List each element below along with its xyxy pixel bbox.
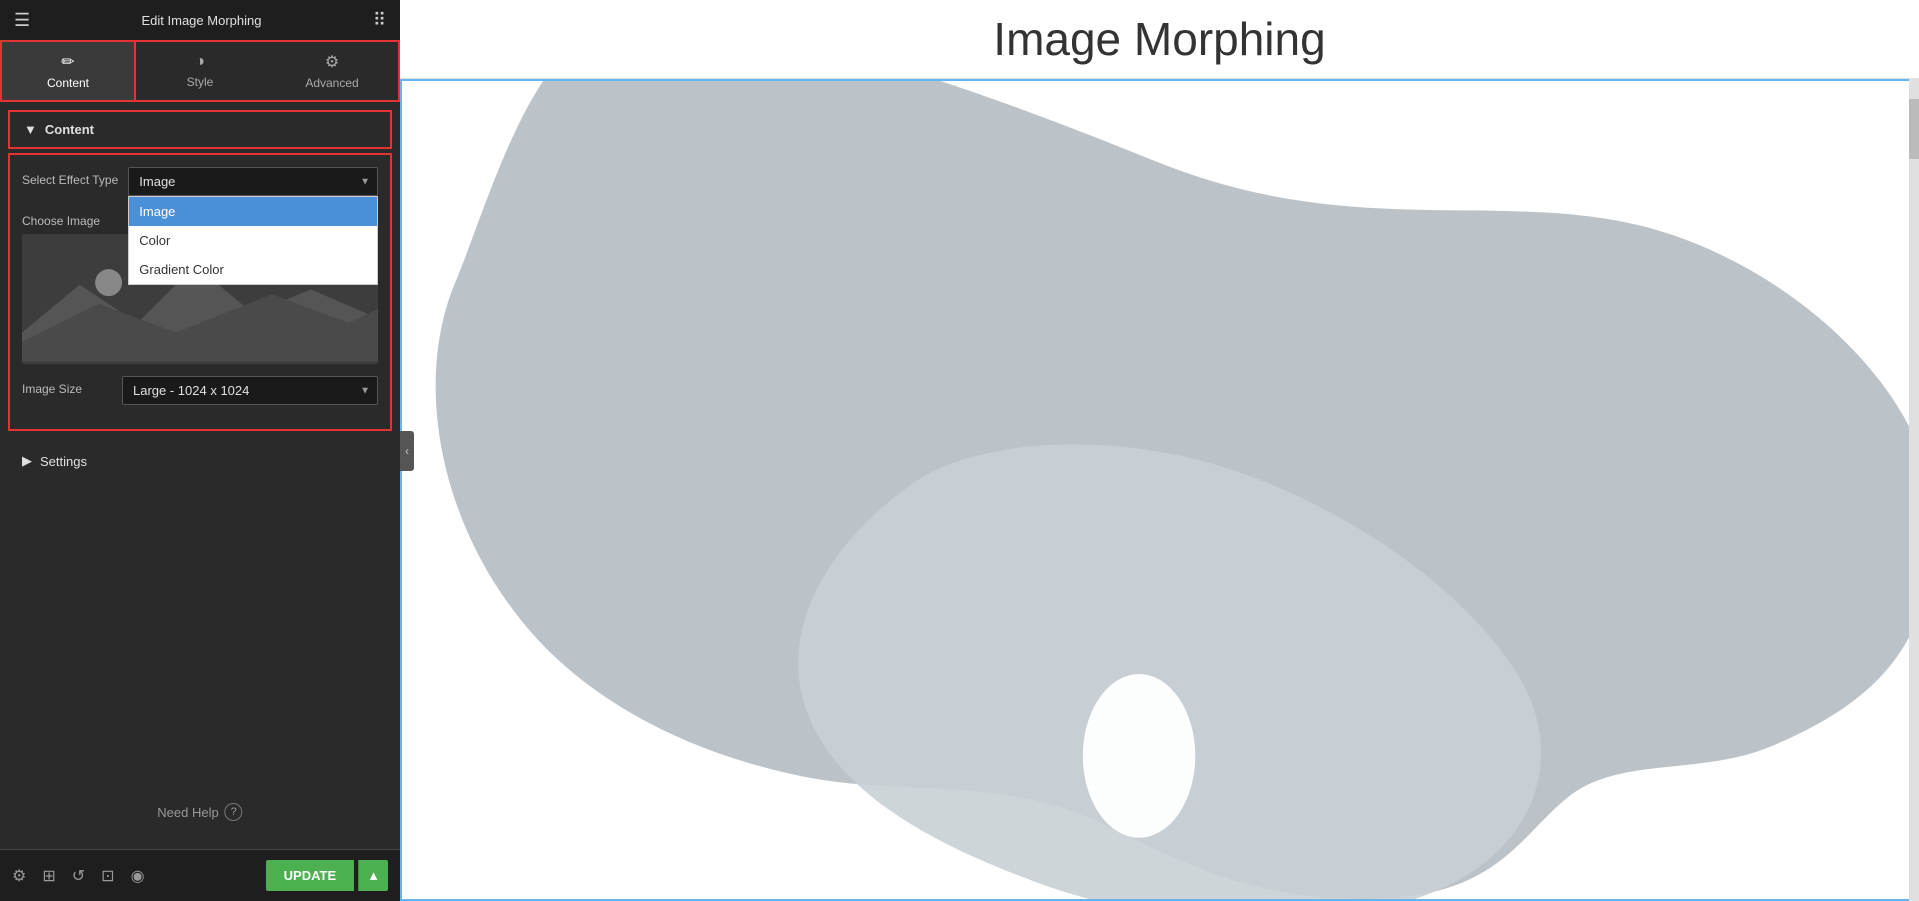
dropdown-item-image[interactable]: Image	[129, 197, 377, 226]
tabs-row: ✏ Content ◑ Style ⚙ Advanced	[0, 40, 400, 102]
content-section-header[interactable]: ▼ Content	[8, 110, 392, 149]
right-area: Image Morphing	[400, 0, 1919, 901]
dropdown-item-gradient[interactable]: Gradient Color	[129, 255, 377, 284]
settings-section-label: Settings	[40, 454, 87, 469]
bottom-toolbar: ⚙ ⊞ ↺ ⊡ ◉ UPDATE ▲	[0, 849, 400, 901]
right-scrollbar[interactable]	[1909, 79, 1919, 901]
panel-header: ☰ Edit Image Morphing ⠿	[0, 0, 400, 40]
help-icon: ?	[225, 803, 243, 821]
history-toolbar-icon[interactable]: ↺	[72, 866, 85, 886]
gear-icon: ⚙	[325, 52, 339, 72]
effect-type-label: Select Effect Type	[22, 167, 118, 187]
layers-toolbar-icon[interactable]: ⊞	[42, 866, 55, 886]
image-size-label: Image Size	[22, 376, 112, 396]
left-panel: ☰ Edit Image Morphing ⠿ ✏ Content ◑ Styl…	[0, 0, 400, 901]
tab-content-label: Content	[47, 76, 89, 90]
choose-image-label: Choose Image	[22, 208, 112, 228]
grid-icon[interactable]: ⠿	[373, 10, 386, 31]
pencil-icon: ✏	[61, 52, 74, 72]
chevron-down-icon: ▼	[24, 122, 37, 137]
page-title: Image Morphing	[420, 12, 1899, 66]
responsive-toolbar-icon[interactable]: ⊡	[101, 866, 114, 886]
morphing-blob-svg	[402, 81, 1917, 899]
toolbar-icons: ⚙ ⊞ ↺ ⊡ ◉	[12, 866, 145, 886]
image-size-control: Large - 1024 x 1024 ▼	[122, 376, 378, 405]
style-icon: ◑	[195, 53, 205, 71]
effect-type-control: Image Color Gradient Color ▼ Image Color…	[128, 167, 378, 196]
tab-content[interactable]: ✏ Content	[0, 40, 136, 102]
menu-icon[interactable]: ☰	[14, 10, 30, 31]
preview-toolbar-icon[interactable]: ◉	[131, 866, 145, 886]
panel-header-title: Edit Image Morphing	[142, 13, 262, 28]
tab-style[interactable]: ◑ Style	[134, 42, 266, 100]
scrollbar-thumb	[1909, 99, 1919, 159]
canvas-border	[400, 79, 1919, 901]
image-size-select[interactable]: Large - 1024 x 1024	[122, 376, 378, 405]
toolbar-right: UPDATE ▲	[266, 860, 388, 891]
effect-type-dropdown: Image Color Gradient Color	[128, 196, 378, 285]
tab-advanced-label: Advanced	[305, 76, 358, 90]
effect-type-row: Select Effect Type Image Color Gradient …	[22, 167, 378, 196]
chevron-right-icon: ▶	[22, 453, 32, 469]
canvas-area	[400, 79, 1919, 901]
settings-toolbar-icon[interactable]: ⚙	[12, 866, 26, 886]
tab-style-label: Style	[187, 75, 214, 89]
effect-type-select[interactable]: Image Color Gradient Color	[128, 167, 378, 196]
image-size-select-wrapper: Large - 1024 x 1024 ▼	[122, 376, 378, 405]
collapse-handle[interactable]: ‹	[400, 431, 414, 471]
page-title-bar: Image Morphing	[400, 0, 1919, 79]
need-help-label: Need Help	[157, 805, 218, 820]
effect-type-select-wrapper: Image Color Gradient Color ▼	[128, 167, 378, 196]
update-arrow-button[interactable]: ▲	[358, 860, 388, 891]
settings-section-header[interactable]: ▶ Settings	[8, 443, 392, 479]
update-button[interactable]: UPDATE	[266, 860, 354, 891]
content-section-label: Content	[45, 122, 94, 137]
tab-advanced[interactable]: ⚙ Advanced	[266, 42, 398, 100]
need-help[interactable]: Need Help ?	[157, 803, 242, 821]
image-size-row: Image Size Large - 1024 x 1024 ▼	[22, 376, 378, 405]
content-fields: Select Effect Type Image Color Gradient …	[8, 153, 392, 431]
collapse-icon: ‹	[405, 444, 409, 458]
dropdown-item-color[interactable]: Color	[129, 226, 377, 255]
